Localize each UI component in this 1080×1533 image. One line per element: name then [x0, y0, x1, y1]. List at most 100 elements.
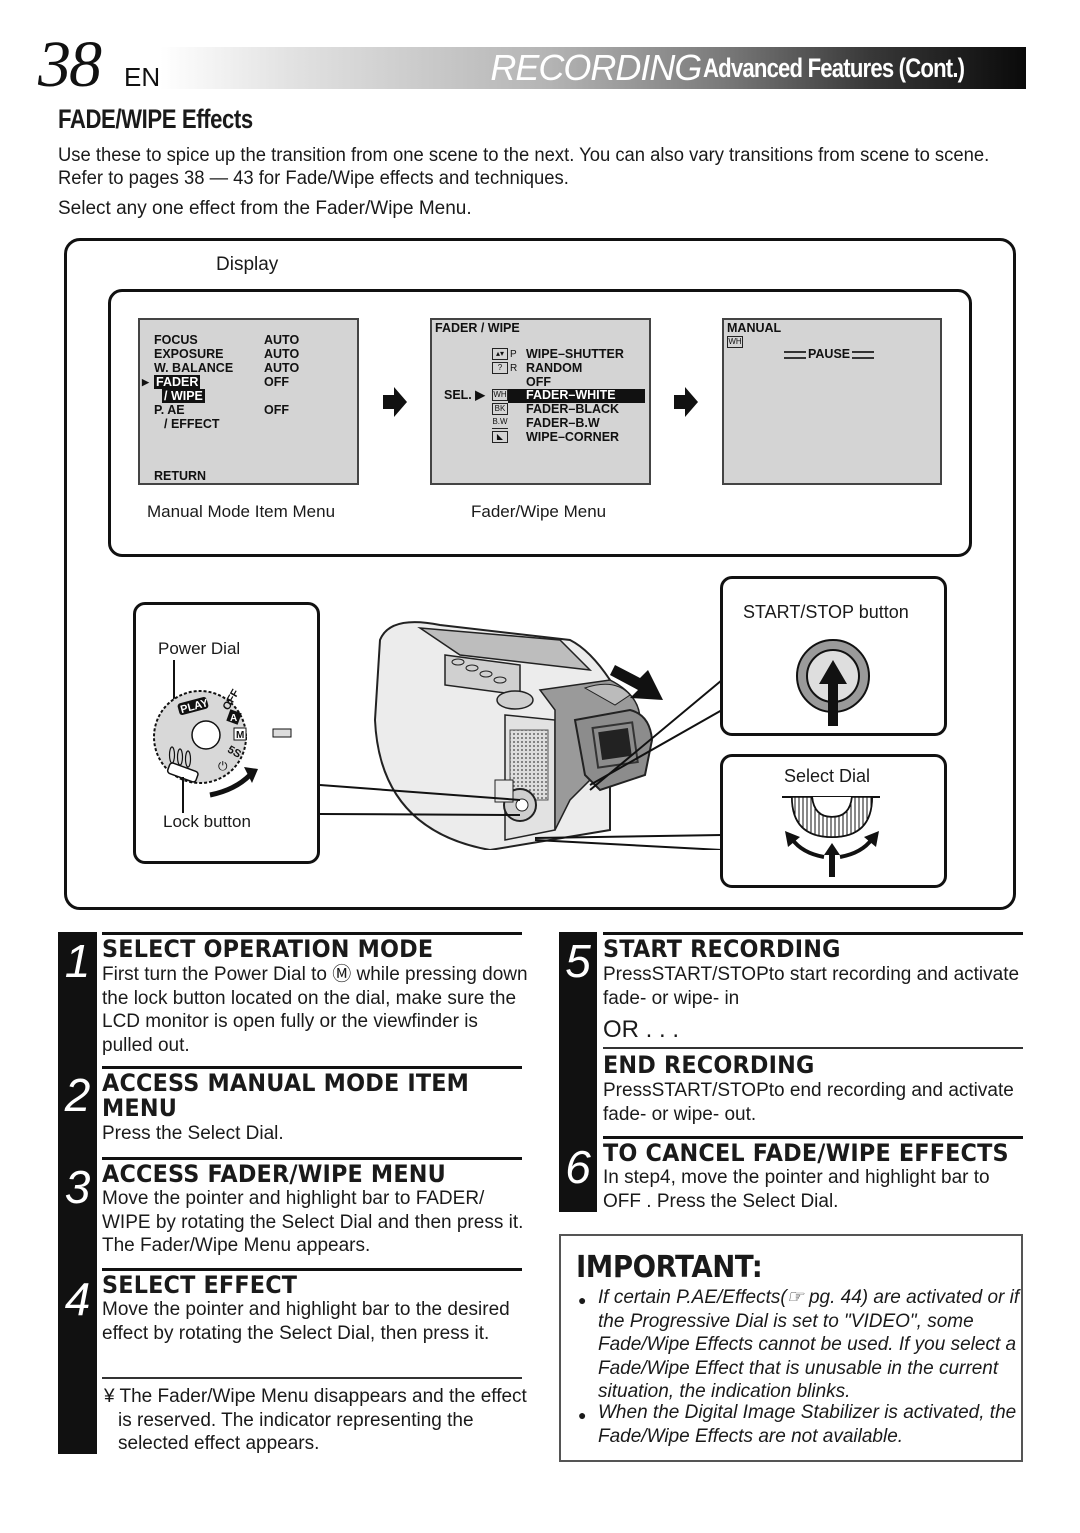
chapter-title-main: RECORDING	[490, 47, 702, 88]
step-5-body: PressSTART/STOPto start recording and ac…	[603, 964, 1020, 1009]
menu-label: EXPOSURE	[154, 347, 224, 361]
fader-item-fader-white: SEL. ▶ FADER–WHITE WH	[432, 388, 649, 403]
fader-item-label-highlighted: FADER–WHITE	[508, 388, 645, 403]
step-4-note: ¥ The Fader/Wipe Menu disappears and the…	[104, 1386, 527, 1454]
fader-item-label: WIPE–SHUTTER	[526, 347, 624, 361]
pause-status: PAUSE	[784, 347, 875, 362]
step-6-body: In step4, move the pointer and highlight…	[603, 1167, 990, 1212]
important-item: ● When the Digital Image Stabilizer is a…	[578, 1401, 1023, 1448]
menu-row-exposure: EXPOSURE	[154, 347, 224, 362]
important-title: IMPORTANT:	[576, 1250, 763, 1285]
display-label: Display	[216, 254, 279, 275]
menu-label: W. BALANCE	[154, 361, 234, 375]
menu-row-pae: P. AE	[154, 403, 185, 418]
step-3-body: Move the pointer and highlight bar to FA…	[102, 1188, 524, 1256]
step-number: 4	[64, 1273, 91, 1325]
menu-row-fader: FADER	[154, 375, 201, 390]
step-2-body: Press the Select Dial.	[102, 1123, 284, 1144]
step-6-title: TO CANCEL FADE/WIPE EFFECTS	[603, 1139, 1009, 1167]
end-recording-title: END RECORDING	[603, 1051, 815, 1079]
menu-label-highlighted: FADER	[154, 375, 201, 389]
random-icon: ?	[492, 362, 508, 374]
menu-value: AUTO	[264, 347, 300, 361]
section-title: FADE/WIPE Effects	[58, 104, 253, 134]
chapter-title: RECORDING Advanced Features (Cont.)	[490, 47, 1022, 89]
step-2-title-line1: ACCESS MANUAL MODE ITEM	[102, 1069, 470, 1097]
step-number: 5	[565, 935, 591, 987]
step-2-title-line2: MENU	[102, 1094, 178, 1122]
pause-label: PAUSE	[808, 347, 851, 361]
important-item: ● If certain P.AE/Effects(☞ pg. 44) are …	[578, 1286, 1023, 1404]
menu-label: P. AE	[154, 403, 185, 417]
menu-value: OFF	[264, 375, 289, 389]
fader-menu-title: FADER / WIPE	[435, 321, 520, 335]
fader-item-label: WIPE–CORNER	[526, 430, 620, 444]
fader-item-wipe-shutter: ▴▾ P WIPE–SHUTTER	[432, 347, 649, 362]
fader-white-indicator-icon: WH	[727, 336, 743, 348]
important-item-text: When the Digital Image Stabilizer is act…	[598, 1402, 1017, 1447]
step-divider	[102, 1377, 522, 1379]
start-stop-label: START/STOP button	[743, 602, 909, 622]
fader-bw-icon: B.W	[492, 417, 508, 429]
step-1-body: First turn the Power Dial to Ⓜ while pre…	[102, 964, 528, 1056]
instruction-text: Select any one effect from the Fader/Wip…	[58, 198, 472, 219]
fader-item-label: FADER–BLACK	[526, 402, 620, 416]
pause-lines-right	[852, 350, 875, 359]
step-3-title: ACCESS FADER/WIPE MENU	[102, 1160, 446, 1188]
fader-item-label: FADER–B.W	[526, 416, 600, 430]
menu-label: FOCUS	[154, 333, 198, 347]
menu-row-wipe: / WIPE	[162, 389, 205, 404]
manual-mode-item-menu-screen: FOCUS EXPOSURE W. BALANCE ▶ FADER / WIPE…	[138, 318, 359, 485]
bullet-icon: ●	[578, 1292, 587, 1308]
fader-item-wipe-corner: ◣ WIPE–CORNER	[432, 430, 649, 445]
callout-lines	[320, 679, 723, 850]
svg-text:⏻: ⏻	[218, 759, 228, 773]
important-item-text: If certain P.AE/Effects(☞ pg. 44) are ac…	[598, 1287, 1020, 1402]
menu-row-effect: / EFFECT	[164, 417, 220, 432]
step-4-body: Move the pointer and highlight bar to th…	[102, 1299, 510, 1344]
page-number: 38	[38, 28, 102, 101]
step-5-title: START RECORDING	[603, 935, 841, 963]
lock-button-label: Lock button	[163, 812, 251, 831]
fader-wipe-menu-screen: FADER / WIPE ▴▾ P WIPE–SHUTTER ? R RANDO…	[430, 318, 651, 485]
step-number: 6	[565, 1141, 591, 1193]
menu-value: OFF	[264, 403, 289, 417]
fader-black-icon: BK	[492, 403, 508, 415]
select-dial-label: Select Dial	[784, 766, 871, 786]
pause-lines-left	[784, 350, 806, 359]
intro-paragraph: Use these to spice up the transition fro…	[58, 145, 990, 189]
power-dial-illustration: PLAY OFF A M 5S ⏻	[153, 660, 292, 813]
steps-left-bar: 1 2 3 4	[58, 932, 97, 1454]
step-4-title: SELECT EFFECT	[102, 1271, 298, 1299]
menu-value: AUTO	[264, 333, 300, 347]
menu-label: / EFFECT	[164, 417, 220, 431]
or-separator: OR . . .	[603, 1016, 680, 1043]
select-dial-icon	[782, 796, 880, 877]
chapter-title-sub: Advanced Features (Cont.)	[703, 52, 965, 83]
step-number: 1	[64, 935, 91, 987]
wipe-shutter-icon: ▴▾	[492, 348, 508, 360]
bullet-icon: ●	[578, 1407, 587, 1423]
svg-text:M: M	[236, 730, 244, 741]
menu-row-focus: FOCUS	[154, 333, 198, 348]
end-recording-body: PressSTART/STOPto end recording and acti…	[603, 1080, 1014, 1125]
steps-right-bar: 5 6	[559, 932, 597, 1212]
menu-pointer-icon: ▶	[142, 377, 149, 387]
wipe-corner-icon: ◣	[492, 431, 508, 443]
fader-white-icon: WH	[492, 389, 508, 401]
svg-text:A: A	[230, 713, 237, 724]
mode-indicator: MANUAL	[727, 321, 782, 335]
step-1-title: SELECT OPERATION MODE	[102, 935, 434, 963]
step-divider	[603, 1047, 1023, 1049]
step-number: 2	[64, 1069, 91, 1121]
result-screen: MANUAL WH PAUSE	[722, 318, 942, 485]
menu-return: RETURN	[154, 469, 207, 483]
fader-item-fader-black: BK FADER–BLACK	[432, 402, 649, 417]
manual-menu-caption: Manual Mode Item Menu	[147, 502, 336, 521]
start-stop-button-icon	[796, 639, 870, 726]
menu-label-highlighted: / WIPE	[162, 389, 205, 403]
icon-suffix: P	[510, 349, 517, 360]
step-number: 3	[64, 1161, 91, 1213]
sel-pointer: SEL. ▶	[444, 388, 485, 402]
menu-row-white-balance: W. BALANCE	[154, 361, 234, 376]
